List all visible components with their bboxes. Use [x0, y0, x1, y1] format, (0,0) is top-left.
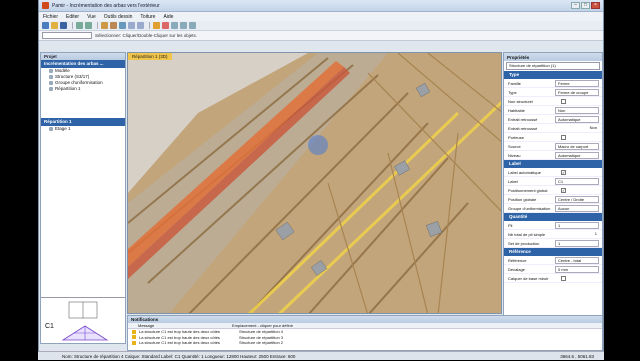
toolbar-separator — [97, 22, 98, 29]
layer-icon[interactable] — [180, 22, 187, 29]
menu-vue[interactable]: Vue — [87, 14, 96, 20]
toolbar-separator — [72, 22, 73, 29]
view-3d-icon[interactable] — [119, 22, 126, 29]
application-window: Pamir - Incrémentation des arbas vers l'… — [38, 0, 604, 360]
menu-toiture[interactable]: Toiture — [140, 14, 155, 20]
maximize-button[interactable]: □ — [581, 2, 590, 9]
delete-icon[interactable] — [162, 22, 169, 29]
app-icon — [42, 2, 49, 9]
settings-icon[interactable] — [189, 22, 196, 29]
menu-aide[interactable]: Aide — [163, 14, 173, 20]
roof-tool-icon[interactable] — [101, 22, 108, 29]
open-folder-icon[interactable] — [51, 22, 58, 29]
minimize-button[interactable]: – — [571, 2, 580, 9]
window-title: Pamir - Incrémentation des arbas vers l'… — [52, 2, 160, 9]
command-prompt: Sélectionner: Cliquer/Double-Cliquer sur… — [95, 33, 198, 38]
command-bar: Sélectionner: Cliquer/Double-Cliquer sur… — [39, 31, 603, 41]
redo-icon[interactable] — [85, 22, 92, 29]
truss-tool-icon[interactable] — [110, 22, 117, 29]
main-toolbar — [39, 21, 603, 31]
menu-editer[interactable]: Editer — [66, 14, 79, 20]
menu-fichier[interactable]: Fichier — [43, 14, 58, 20]
menu-outils-dessin[interactable]: Outils dessin — [104, 14, 133, 20]
undo-icon[interactable] — [76, 22, 83, 29]
pan-icon[interactable] — [137, 22, 144, 29]
zoom-icon[interactable] — [128, 22, 135, 29]
close-button[interactable]: × — [591, 2, 600, 9]
select-tool-icon[interactable] — [153, 22, 160, 29]
title-bar: Pamir - Incrémentation des arbas vers l'… — [39, 0, 603, 12]
measure-icon[interactable] — [171, 22, 178, 29]
save-icon[interactable] — [60, 22, 67, 29]
toolbar-separator — [149, 22, 150, 29]
new-file-icon[interactable] — [42, 22, 49, 29]
menu-bar: Fichier Editer Vue Outils dessin Toiture… — [39, 12, 603, 21]
command-combo[interactable] — [42, 32, 92, 39]
